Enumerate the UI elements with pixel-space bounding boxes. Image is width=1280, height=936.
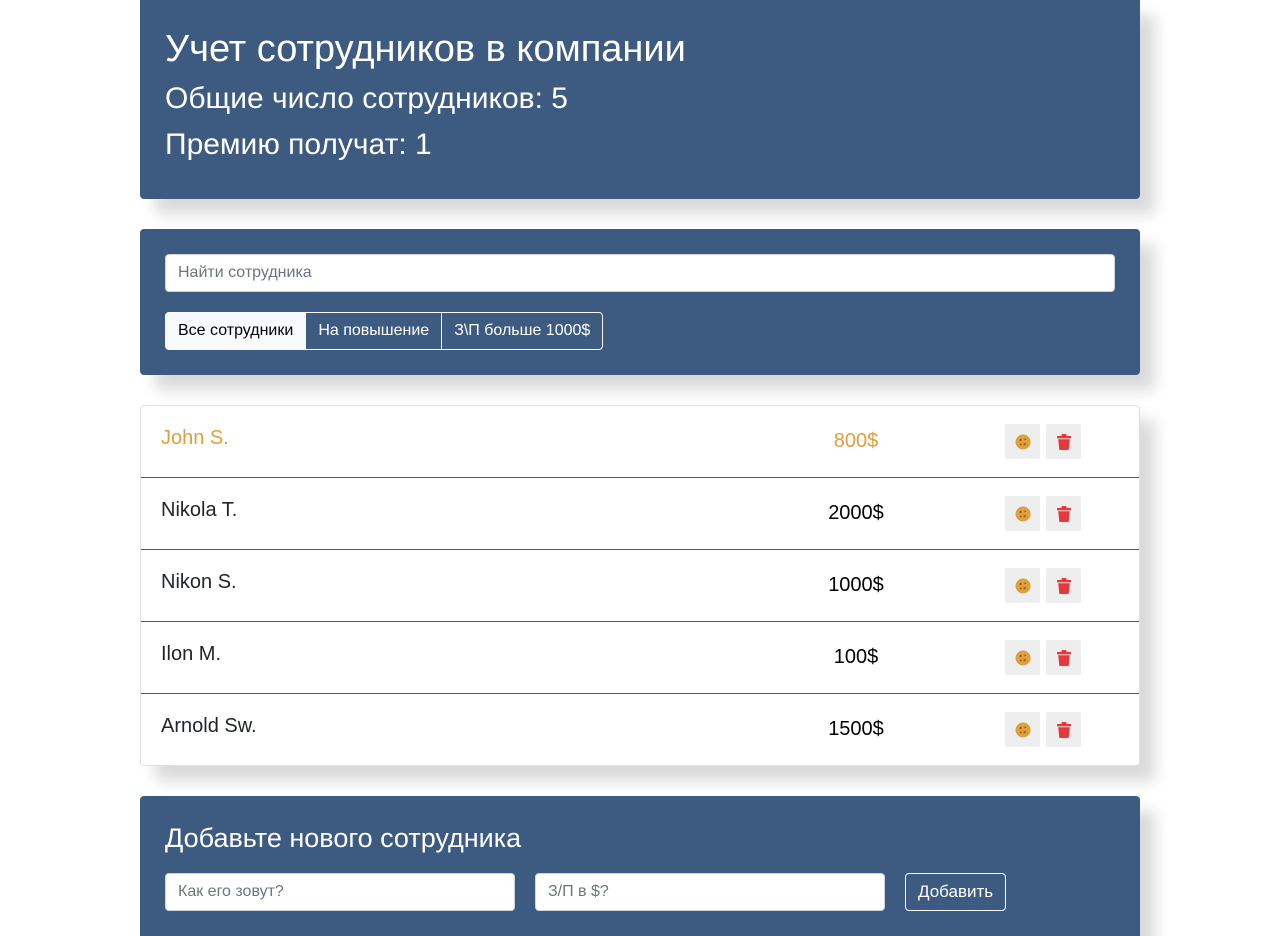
- delete-button[interactable]: [1046, 568, 1081, 603]
- trash-icon: [1056, 505, 1071, 522]
- toggle-increase-button[interactable]: [1005, 424, 1040, 459]
- employee-salary[interactable]: 1000$: [801, 572, 911, 598]
- toggle-increase-button[interactable]: [1005, 496, 1040, 531]
- cookie-icon: [1015, 506, 1030, 521]
- delete-button[interactable]: [1046, 496, 1081, 531]
- employee-salary[interactable]: 800$: [801, 428, 911, 454]
- add-button[interactable]: Добавить: [905, 873, 1007, 911]
- trash-icon: [1056, 721, 1071, 738]
- employee-name[interactable]: Nikola T.: [161, 498, 237, 522]
- filter-salary-button[interactable]: З\П больше 1000$: [441, 312, 604, 350]
- page-title: Учет сотрудников в компании: [165, 28, 686, 70]
- app: Учет сотрудников в компании Общие число …: [140, 0, 1140, 936]
- employee-name[interactable]: Arnold Sw.: [161, 714, 257, 738]
- employee-row: Ilon M. 100$: [141, 622, 1139, 694]
- trash-icon: [1056, 577, 1071, 594]
- total-employees-count: Общие число сотрудников: 5: [165, 82, 568, 115]
- add-employee-panel: Добавьте нового сотрудника Добавить: [140, 796, 1140, 936]
- employee-salary[interactable]: 100$: [801, 644, 911, 670]
- cookie-icon: [1015, 650, 1030, 665]
- employee-name[interactable]: John S.: [161, 426, 229, 450]
- toggle-increase-button[interactable]: [1005, 568, 1040, 603]
- delete-button[interactable]: [1046, 640, 1081, 675]
- filter-increase-button[interactable]: На повышение: [305, 312, 443, 350]
- employee-row: Nikola T. 2000$: [141, 478, 1139, 550]
- employee-salary[interactable]: 1500$: [801, 716, 911, 742]
- new-name-input[interactable]: [165, 873, 515, 911]
- filter-all-button[interactable]: Все сотрудники: [165, 312, 307, 350]
- delete-button[interactable]: [1046, 712, 1081, 747]
- employee-name[interactable]: Ilon M.: [161, 642, 221, 666]
- cookie-icon: [1015, 722, 1030, 737]
- toggle-increase-button[interactable]: [1005, 712, 1040, 747]
- trash-icon: [1056, 649, 1071, 666]
- add-form-title: Добавьте нового сотрудника: [165, 823, 522, 853]
- employee-row: Arnold Sw. 1500$: [141, 694, 1139, 765]
- employee-name[interactable]: Nikon S.: [161, 570, 237, 594]
- toggle-increase-button[interactable]: [1005, 640, 1040, 675]
- trash-icon: [1056, 433, 1071, 450]
- filter-group: Все сотрудники На повышение З\П больше 1…: [165, 312, 1115, 350]
- bonus-employees-count: Премию получат: 1: [165, 128, 432, 161]
- add-employee-form: Добавить: [165, 873, 1115, 911]
- new-salary-input[interactable]: [535, 873, 885, 911]
- employee-row: Nikon S. 1000$: [141, 550, 1139, 622]
- employees-list: John S. 800$ Nikola T. 2000$ Nikon S. 10…: [140, 405, 1140, 766]
- search-panel: Все сотрудники На повышение З\П больше 1…: [140, 229, 1140, 375]
- employee-row: John S. 800$: [141, 406, 1139, 478]
- app-info: Учет сотрудников в компании Общие число …: [140, 0, 1140, 199]
- cookie-icon: [1015, 578, 1030, 593]
- search-input[interactable]: [165, 254, 1115, 292]
- employee-salary[interactable]: 2000$: [801, 500, 911, 526]
- delete-button[interactable]: [1046, 424, 1081, 459]
- cookie-icon: [1015, 434, 1030, 449]
